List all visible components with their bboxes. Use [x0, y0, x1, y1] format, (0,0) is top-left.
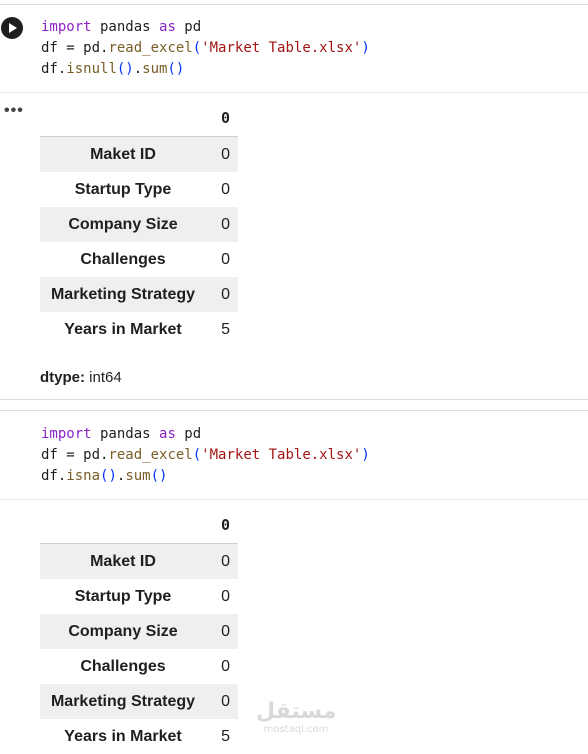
- code-token: as: [159, 426, 176, 442]
- code-token: (): [150, 468, 168, 484]
- code-token: read_excel: [108, 40, 193, 56]
- cell-2-code[interactable]: import pandas as pd df = pd.read_excel('M…: [41, 424, 370, 487]
- code-token: df.: [41, 468, 67, 484]
- code-token: pd: [175, 426, 202, 442]
- table-row: Startup Type 0: [40, 172, 238, 207]
- index-header: [40, 507, 206, 544]
- row-value: 5: [221, 320, 230, 338]
- row-label: Challenges: [80, 657, 166, 675]
- row-label: Startup Type: [74, 180, 172, 198]
- watermark-latin: mostaql.com: [263, 724, 329, 735]
- table-row: Company Size 0: [40, 614, 238, 649]
- code-token: import: [41, 426, 92, 442]
- table-row: Challenges 0: [40, 649, 238, 684]
- code-token: .: [133, 61, 143, 77]
- cell-1-top-border: [0, 4, 588, 5]
- code-token: isnull: [66, 61, 117, 77]
- row-value: 0: [221, 180, 230, 198]
- code-token: pandas: [91, 426, 160, 442]
- row-value: 0: [221, 552, 230, 570]
- row-label: Marketing Strategy: [50, 692, 196, 710]
- code-token: (): [116, 61, 134, 77]
- table-header-row: 0: [40, 507, 238, 544]
- table-row: Marketing Strategy 0: [40, 277, 238, 312]
- output-divider: [0, 499, 588, 500]
- dtype-label: dtype:: [40, 369, 85, 386]
- row-label: Maket ID: [90, 552, 156, 570]
- code-line-2: df = pd.read_excel('Market Table.xlsx'): [41, 445, 370, 466]
- dtype-info: dtype: int64: [40, 369, 122, 386]
- code-token: import: [41, 19, 92, 35]
- table-row: Years in Market 5: [40, 312, 238, 347]
- code-token: (: [192, 447, 202, 463]
- row-value: 0: [221, 145, 230, 163]
- code-token: ): [361, 40, 370, 56]
- code-token: sum: [142, 61, 168, 77]
- code-token: isna: [66, 468, 101, 484]
- code-token: 'Market Table.xlsx': [201, 40, 362, 56]
- code-token: (): [100, 468, 117, 484]
- row-value: 5: [221, 727, 230, 745]
- cell-1-code[interactable]: import pandas as pd df = pd.read_excel('M…: [41, 17, 370, 80]
- code-token: 'Market Table.xlsx': [201, 447, 362, 463]
- code-token: pandas: [91, 19, 160, 35]
- row-label: Startup Type: [74, 587, 172, 605]
- output-divider: [0, 92, 588, 93]
- row-label: Company Size: [68, 215, 178, 233]
- watermark-logo: مستقل mostaql.com: [256, 700, 336, 736]
- index-header: [40, 100, 206, 137]
- code-token: as: [159, 19, 176, 35]
- row-value: 0: [221, 215, 230, 233]
- row-value: 0: [221, 250, 230, 268]
- code-line-1: import pandas as pd: [41, 17, 370, 38]
- column-header: 0: [206, 507, 238, 544]
- code-token: read_excel: [108, 447, 193, 463]
- table-row: Challenges 0: [40, 242, 238, 277]
- row-value: 0: [221, 285, 230, 303]
- row-label: Years in Market: [64, 727, 182, 745]
- code-token: (): [167, 61, 185, 77]
- row-label: Company Size: [68, 622, 178, 640]
- code-line-3: df.isnull().sum(): [41, 59, 370, 80]
- row-label: Maket ID: [90, 145, 156, 163]
- code-token: sum: [125, 468, 151, 484]
- column-header: 0: [206, 100, 238, 137]
- code-line-1: import pandas as pd: [41, 424, 370, 445]
- table-row: Maket ID 0: [40, 543, 238, 579]
- dtype-value: int64: [85, 369, 122, 386]
- table-row: Years in Market 5: [40, 719, 238, 754]
- code-line-2: df = pd.read_excel('Market Table.xlsx'): [41, 38, 370, 59]
- table-row: Maket ID 0: [40, 136, 238, 172]
- code-token: pd: [175, 19, 202, 35]
- run-cell-button[interactable]: [1, 17, 23, 39]
- code-token: ): [361, 447, 370, 463]
- code-line-3: df.isna().sum(): [41, 466, 370, 487]
- code-token: df.: [41, 61, 67, 77]
- cell-separator: [0, 399, 588, 400]
- row-label: Marketing Strategy: [50, 285, 196, 303]
- cell-2-top-border: [0, 410, 588, 411]
- row-label: Years in Market: [64, 320, 182, 338]
- row-value: 0: [221, 587, 230, 605]
- table-row: Marketing Strategy 0: [40, 684, 238, 719]
- table-header-row: 0: [40, 100, 238, 137]
- row-value: 0: [221, 622, 230, 640]
- row-label: Challenges: [80, 250, 166, 268]
- output-menu-icon[interactable]: •••: [4, 103, 24, 119]
- code-token: df = pd.: [41, 447, 109, 463]
- code-token: df = pd.: [41, 40, 109, 56]
- code-token: (: [192, 40, 202, 56]
- watermark-arabic: مستقل: [256, 699, 337, 724]
- row-value: 0: [221, 692, 230, 710]
- output-table-2: 0 Maket ID 0 Startup Type 0 Company Size 0 …: [40, 507, 238, 754]
- row-value: 0: [221, 657, 230, 675]
- output-table-1: 0 Maket ID 0 Startup Type 0 Company Size 0 …: [40, 100, 238, 347]
- table-row: Company Size 0: [40, 207, 238, 242]
- table-row: Startup Type 0: [40, 579, 238, 614]
